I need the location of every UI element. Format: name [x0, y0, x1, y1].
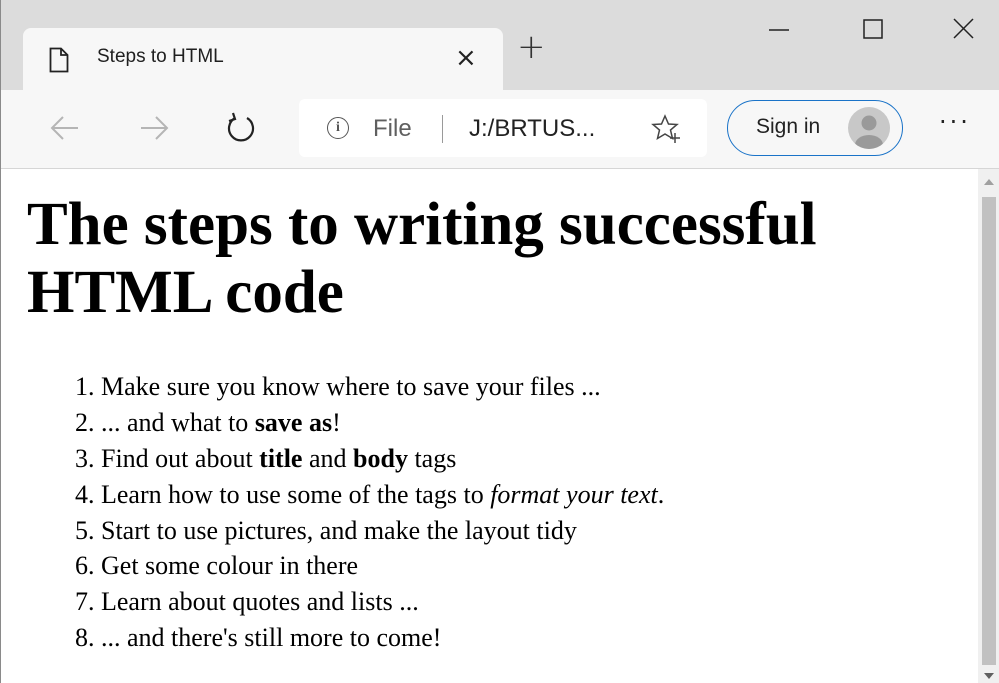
list-item-text: Make sure you know where to save your fi… [101, 372, 601, 401]
list-item-text: tags [407, 443, 457, 473]
info-icon[interactable]: i [327, 117, 349, 139]
sign-in-label: Sign in [756, 115, 821, 138]
scroll-up-icon[interactable] [984, 179, 994, 185]
list-item-text: ... and there's still more to come! [101, 623, 442, 653]
list-item: 4. Learn how to use some of the tags to … [75, 477, 664, 513]
back-icon[interactable] [45, 108, 85, 148]
list-item-number: 2. [75, 407, 95, 437]
address-scheme: File [373, 115, 412, 142]
close-window-icon[interactable] [943, 10, 983, 50]
document-icon [49, 47, 69, 73]
refresh-icon[interactable] [221, 108, 261, 148]
list-item: 8. ... and there's still more to come! [75, 620, 664, 656]
address-bar[interactable]: i File J:/BRTUS... [299, 99, 707, 157]
list-item-text: ! [332, 407, 341, 437]
page-heading: The steps to writing successful HTML cod… [27, 191, 817, 327]
list-item-text: title [259, 443, 303, 473]
list-item-number: 8. [75, 623, 95, 653]
list-item-number: 5. [75, 515, 95, 545]
scroll-down-icon[interactable] [984, 673, 994, 679]
add-favorite-icon[interactable] [651, 113, 683, 145]
new-tab-icon[interactable]: + [517, 30, 546, 64]
list-item: 6. Get some colour in there [75, 548, 664, 584]
address-url[interactable]: J:/BRTUS... [469, 115, 595, 143]
list-item-text: save as [254, 407, 333, 437]
list-item-number: 1. [75, 372, 95, 401]
list-item-number: 7. [75, 587, 95, 617]
list-item: 3. Find out about title and body tags [75, 441, 664, 477]
list-item-text: Learn about quotes and lists ... [101, 587, 419, 617]
toolbar: i File J:/BRTUS... Sign in ··· [1, 90, 999, 169]
tab-steps-to-html[interactable]: Steps to HTML × [23, 28, 503, 90]
list-item-text: format your text [490, 479, 658, 509]
browser-window: Steps to HTML × + i File J:/BRTUS... Sig… [0, 0, 999, 683]
list-item-text: Get some colour in there [101, 551, 359, 581]
maximize-icon[interactable] [853, 10, 893, 50]
close-tab-icon[interactable]: × [455, 45, 477, 71]
list-item-text: and [302, 443, 354, 473]
tab-strip: Steps to HTML × + [1, 0, 999, 90]
minimize-icon[interactable] [759, 10, 799, 50]
list-item-text: . [657, 479, 665, 509]
tab-title: Steps to HTML [97, 46, 224, 67]
vertical-scrollbar[interactable] [978, 169, 999, 683]
list-item: 7. Learn about quotes and lists ... [75, 584, 664, 620]
list-item-number: 3. [75, 443, 95, 473]
list-item: 2. ... and what to save as! [75, 405, 664, 441]
list-item-text: Find out about [101, 443, 260, 473]
list-item: 1. Make sure you know where to save your… [75, 369, 664, 405]
steps-list: 1. Make sure you know where to save your… [75, 369, 664, 656]
avatar-icon [848, 107, 890, 149]
scroll-thumb[interactable] [982, 197, 996, 665]
more-menu-icon[interactable]: ··· [939, 108, 971, 136]
page-content: The steps to writing successful HTML cod… [1, 169, 977, 683]
list-item-text: body [353, 443, 408, 473]
list-item: 5. Start to use pictures, and make the l… [75, 513, 664, 549]
address-divider [442, 115, 443, 143]
list-item-text: ... and what to [101, 407, 255, 437]
list-item-text: Learn how to use some of the tags to [101, 479, 491, 509]
forward-icon[interactable] [134, 108, 174, 148]
list-item-number: 6. [75, 551, 95, 581]
sign-in-button[interactable]: Sign in [727, 100, 903, 156]
list-item-text: Start to use pictures, and make the layo… [101, 515, 577, 545]
list-item-number: 4. [75, 479, 95, 509]
